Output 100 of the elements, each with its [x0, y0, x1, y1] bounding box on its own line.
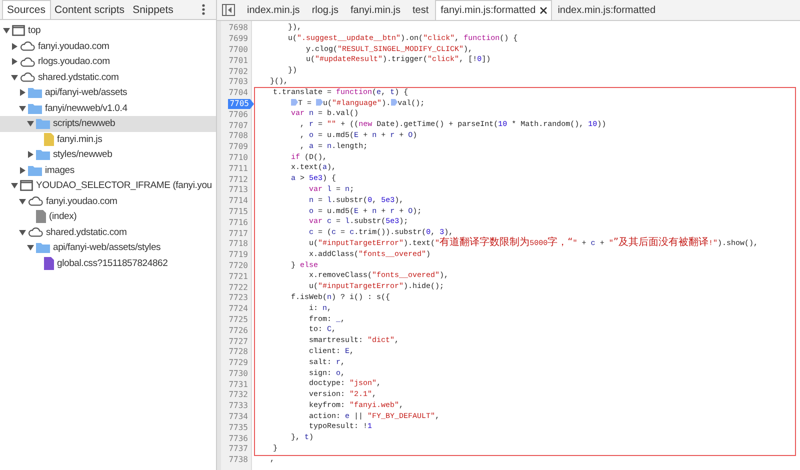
tree-item-label: rlogs.youdao.com [38, 56, 110, 68]
tree-item[interactable]: scripts/newweb [0, 116, 216, 132]
close-icon[interactable] [540, 7, 547, 14]
line-number[interactable]: 7699 [226, 34, 251, 44]
file-tab[interactable]: rlog.js [306, 0, 344, 20]
more-options-icon[interactable] [202, 4, 205, 15]
line-number[interactable]: 7719 [226, 250, 251, 260]
line-number[interactable]: 7700 [226, 44, 251, 55]
cloud-icon [20, 41, 35, 52]
caret-down-icon[interactable] [11, 182, 18, 190]
caret-right-icon[interactable] [19, 89, 26, 96]
breakpoint-marker-icon[interactable] [316, 98, 324, 106]
line-number[interactable]: 7731 [226, 380, 251, 390]
file-tab[interactable]: index.min.js [241, 0, 306, 20]
cloud-icon [20, 56, 35, 67]
tree-item-label: fanyi/newweb/v1.0.4 [45, 102, 128, 114]
tree-item[interactable]: fanyi.min.js [0, 132, 216, 147]
window-icon [20, 180, 33, 192]
line-number[interactable]: 7727 [226, 336, 251, 346]
line-number[interactable]: 7737 [226, 444, 251, 454]
caret-down-icon[interactable] [27, 244, 34, 252]
caret-right-icon[interactable] [11, 42, 18, 50]
file-icon [36, 210, 46, 224]
tree-item[interactable]: fanyi.youdao.com [0, 194, 216, 209]
caret-down-icon[interactable] [19, 228, 26, 236]
line-number[interactable]: 7702 [226, 66, 251, 77]
navigator-tab[interactable]: Sources [2, 0, 51, 19]
line-number[interactable]: 7724 [226, 304, 251, 314]
breakpoint-marker-icon[interactable] [291, 98, 298, 106]
line-number[interactable]: 7710 [226, 152, 251, 163]
file-icon [44, 256, 54, 270]
line-number[interactable]: 7707 [226, 120, 251, 131]
tree-item-label: shared.ydstatic.com [46, 226, 127, 238]
line-number[interactable]: 7728 [226, 347, 251, 358]
line-number[interactable]: 7722 [226, 282, 251, 293]
line-number[interactable]: 7717 [226, 228, 251, 239]
breakpoint-line-number[interactable]: 7705 [228, 98, 254, 109]
tree-item[interactable]: rlogs.youdao.com [0, 54, 216, 70]
line-number[interactable]: 7718 [226, 239, 251, 250]
caret-down-icon[interactable] [19, 104, 26, 112]
tree-item[interactable]: api/fanyi-web/assets [0, 85, 216, 100]
line-number[interactable]: 7711 [226, 164, 251, 174]
line-number[interactable]: 7708 [226, 131, 251, 142]
line-number[interactable]: 7709 [226, 142, 251, 152]
breakpoint-marker-icon[interactable] [390, 98, 398, 106]
cloud-icon [20, 72, 35, 82]
line-number[interactable]: 7725 [226, 314, 251, 325]
line-number[interactable]: 7716 [226, 218, 251, 228]
tree-item[interactable]: global.css?1511857824862 [0, 256, 216, 271]
tree-item[interactable]: YOUDAO_SELECTOR_IFRAME (fanyi.you [0, 178, 216, 194]
file-tab-label: index.min.js:formatted [558, 4, 656, 16]
line-number[interactable]: 7720 [226, 260, 251, 271]
line-number[interactable]: 7726 [226, 326, 251, 336]
line-number[interactable]: 7704 [226, 88, 251, 98]
line-number[interactable]: 7712 [226, 174, 251, 185]
file-tab[interactable]: fanyi.min.js:formatted [434, 0, 552, 20]
folder-icon [28, 102, 42, 114]
line-number[interactable]: 7701 [226, 56, 251, 66]
navigator-tab[interactable]: Snippets [128, 0, 178, 19]
line-number[interactable]: 7723 [226, 293, 251, 304]
line-number[interactable]: 7735 [226, 422, 251, 433]
caret-right-icon[interactable] [27, 151, 34, 158]
line-number[interactable]: 7733 [226, 401, 251, 412]
navigator-tab[interactable]: Content scripts [50, 0, 129, 19]
line-number[interactable]: 7706 [226, 110, 251, 120]
tree-item[interactable]: top [0, 23, 216, 38]
caret-right-icon[interactable] [11, 58, 18, 66]
tree-item[interactable]: fanyi.youdao.com [0, 38, 216, 54]
sidebar-toggle-icon[interactable] [222, 4, 235, 16]
caret-down-icon[interactable] [3, 27, 10, 34]
tree-item[interactable]: (index) [0, 209, 216, 224]
caret-down-icon[interactable] [27, 120, 34, 128]
tree-item[interactable]: styles/newweb [0, 147, 216, 162]
file-tab-label: fanyi.min.js:formatted [440, 5, 536, 16]
cloud-icon [28, 196, 43, 206]
tree-item-label: shared.ydstatic.com [38, 72, 119, 83]
caret-right-icon[interactable] [19, 166, 26, 174]
file-tab[interactable]: test [406, 0, 435, 20]
line-number[interactable]: 7732 [226, 390, 251, 400]
line-number[interactable]: 7714 [226, 196, 251, 206]
line-number[interactable]: 7730 [226, 368, 251, 379]
line-number[interactable]: 7715 [226, 206, 251, 217]
caret-down-icon[interactable] [19, 198, 26, 205]
line-number[interactable]: 7713 [226, 185, 251, 196]
file-tab[interactable]: fanyi.min.js [344, 0, 407, 20]
line-number[interactable]: 7729 [226, 358, 251, 368]
tree-item[interactable]: fanyi/newweb/v1.0.4 [0, 100, 216, 116]
tree-item-label: styles/newweb [53, 149, 112, 160]
file-tab[interactable]: index.min.js:formatted [552, 0, 662, 20]
caret-down-icon[interactable] [11, 74, 18, 81]
tree-item[interactable]: images [0, 162, 216, 178]
line-number[interactable]: 7698 [226, 23, 251, 34]
tree-item[interactable]: api/fanyi-web/assets/styles [0, 240, 216, 256]
line-number[interactable]: 7736 [226, 434, 251, 444]
line-number[interactable]: 7721 [226, 272, 251, 282]
line-number[interactable]: 7738 [226, 455, 251, 466]
tree-item[interactable]: shared.ydstatic.com [0, 224, 216, 240]
line-number[interactable]: 7703 [226, 77, 251, 88]
line-number[interactable]: 7734 [226, 412, 251, 422]
tree-item[interactable]: shared.ydstatic.com [0, 70, 216, 85]
